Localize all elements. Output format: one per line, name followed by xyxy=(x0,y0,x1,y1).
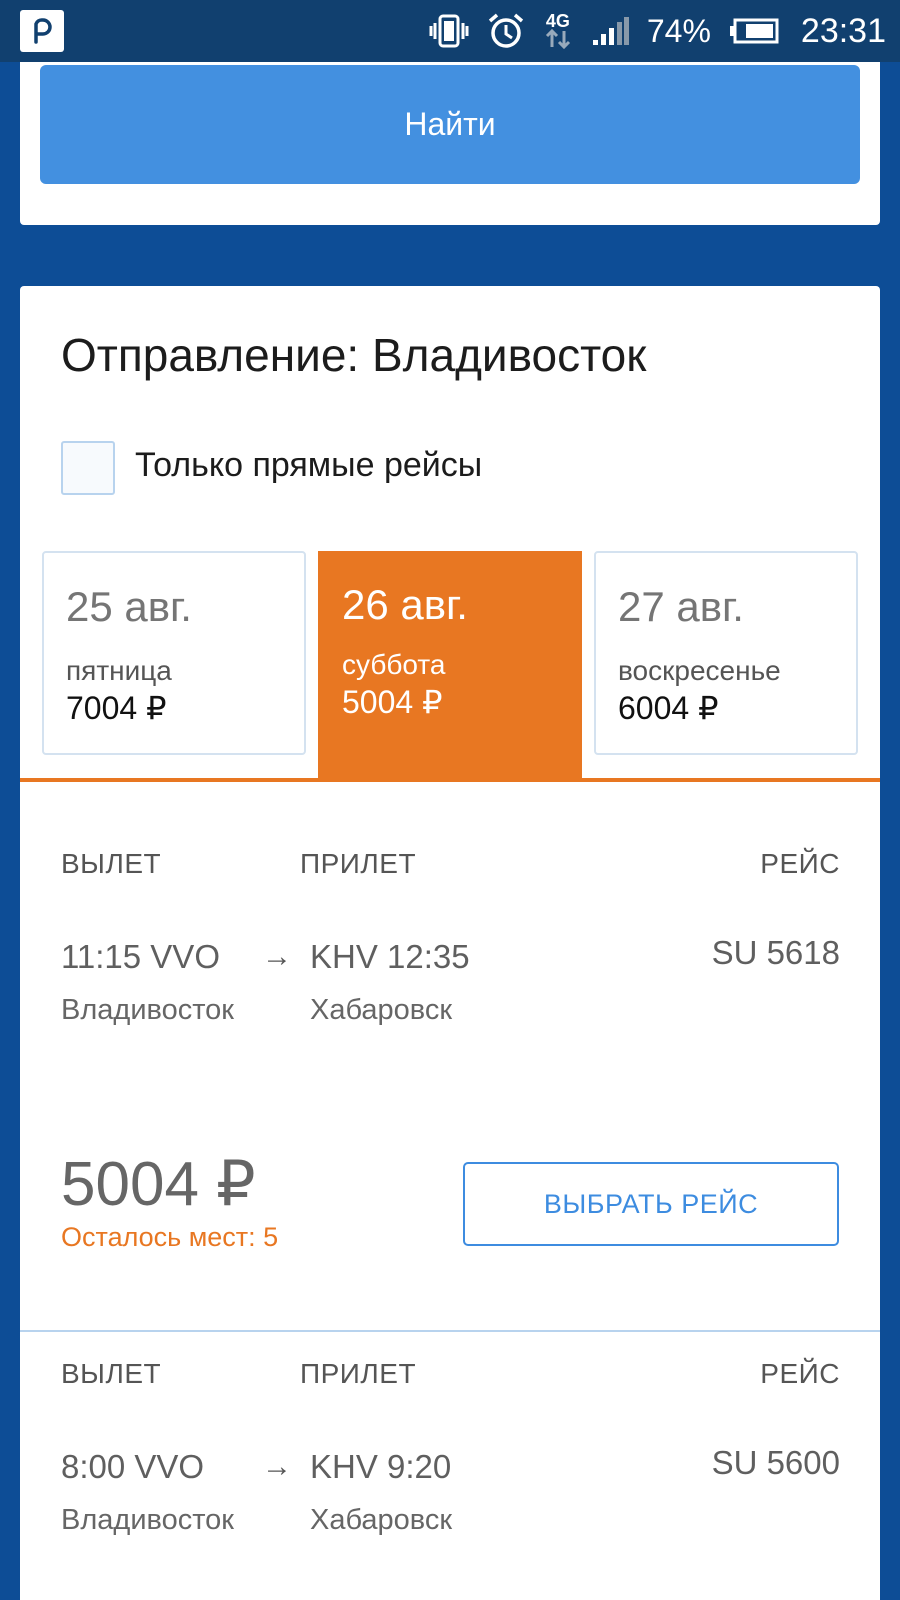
departure-time: 11:15 VVO xyxy=(61,938,220,975)
date-tab-weekday: суббота xyxy=(342,649,446,680)
direct-only-label[interactable]: Только прямые рейсы xyxy=(135,446,482,485)
arrival-header: ПРИЛЕТ xyxy=(300,1358,417,1389)
results-card: Отправление: Владивосток Только прямые р… xyxy=(20,286,880,1600)
departure-city: Владивосток xyxy=(61,994,234,1026)
arrow-right-icon: → xyxy=(262,1450,292,1483)
battery-icon xyxy=(729,17,779,45)
date-tab-date: 25 авг. xyxy=(66,583,192,630)
arrival-time: KHV 9:20 xyxy=(310,1448,452,1485)
date-tab-27[interactable]: 27 авг. воскресенье 6004 ₽ xyxy=(594,551,858,755)
date-tab-26[interactable]: 26 авг. суббота 5004 ₽ xyxy=(318,551,582,781)
date-tab-weekday: воскресенье xyxy=(618,655,781,686)
date-tab-price: 6004 ₽ xyxy=(618,690,719,726)
arrival-city: Хабаровск xyxy=(310,1504,453,1536)
rutaxi-logo-icon xyxy=(20,10,64,52)
date-tab-price: 5004 ₽ xyxy=(342,684,443,720)
date-tab-25[interactable]: 25 авг. пятница 7004 ₽ xyxy=(42,551,306,755)
network-4g-icon: 4G xyxy=(543,11,573,49)
date-tab-weekday: пятница xyxy=(66,655,172,686)
arrival-city: Хабаровск xyxy=(310,994,453,1026)
departure-time: 8:00 VVO xyxy=(61,1448,205,1485)
flight-price: 5004 ₽ xyxy=(61,1150,256,1219)
departure-header: ВЫЛЕТ xyxy=(61,1358,162,1389)
clock: 23:31 xyxy=(800,11,886,50)
search-card: Найти xyxy=(20,62,880,225)
flight-header: РЕЙС xyxy=(760,848,840,879)
arrival-header: ПРИЛЕТ xyxy=(300,848,417,879)
direct-only-checkbox[interactable] xyxy=(61,441,115,495)
flight-number: SU 5600 xyxy=(711,1444,840,1481)
signal-icon xyxy=(591,16,629,46)
date-tab-price: 7004 ₽ xyxy=(66,690,167,726)
flight-item: ВЫЛЕТ ПРИЛЕТ РЕЙС 8:00 VVO → KHV 9:20 SU… xyxy=(20,1332,880,1600)
status-bar: 4G 74% 23:31 xyxy=(0,0,900,62)
network-type-label: 4G xyxy=(545,11,570,31)
arrow-right-icon: → xyxy=(262,940,292,973)
arrival-time: KHV 12:35 xyxy=(310,938,470,975)
find-button[interactable]: Найти xyxy=(40,65,860,184)
vibrate-icon xyxy=(429,14,469,48)
section-title: Отправление: Владивосток xyxy=(61,329,647,381)
departure-header: ВЫЛЕТ xyxy=(61,848,162,879)
seats-left: Осталось мест: 5 xyxy=(61,1222,279,1252)
date-tab-date: 26 авг. xyxy=(342,581,468,628)
flight-header: РЕЙС xyxy=(760,1358,840,1389)
alarm-icon xyxy=(487,12,525,50)
battery-percent: 74% xyxy=(646,12,711,49)
flight-number: SU 5618 xyxy=(711,934,840,971)
departure-city: Владивосток xyxy=(61,1504,234,1536)
date-tab-date: 27 авг. xyxy=(618,583,744,630)
select-flight-button[interactable]: ВЫБРАТЬ РЕЙС xyxy=(463,1162,839,1246)
